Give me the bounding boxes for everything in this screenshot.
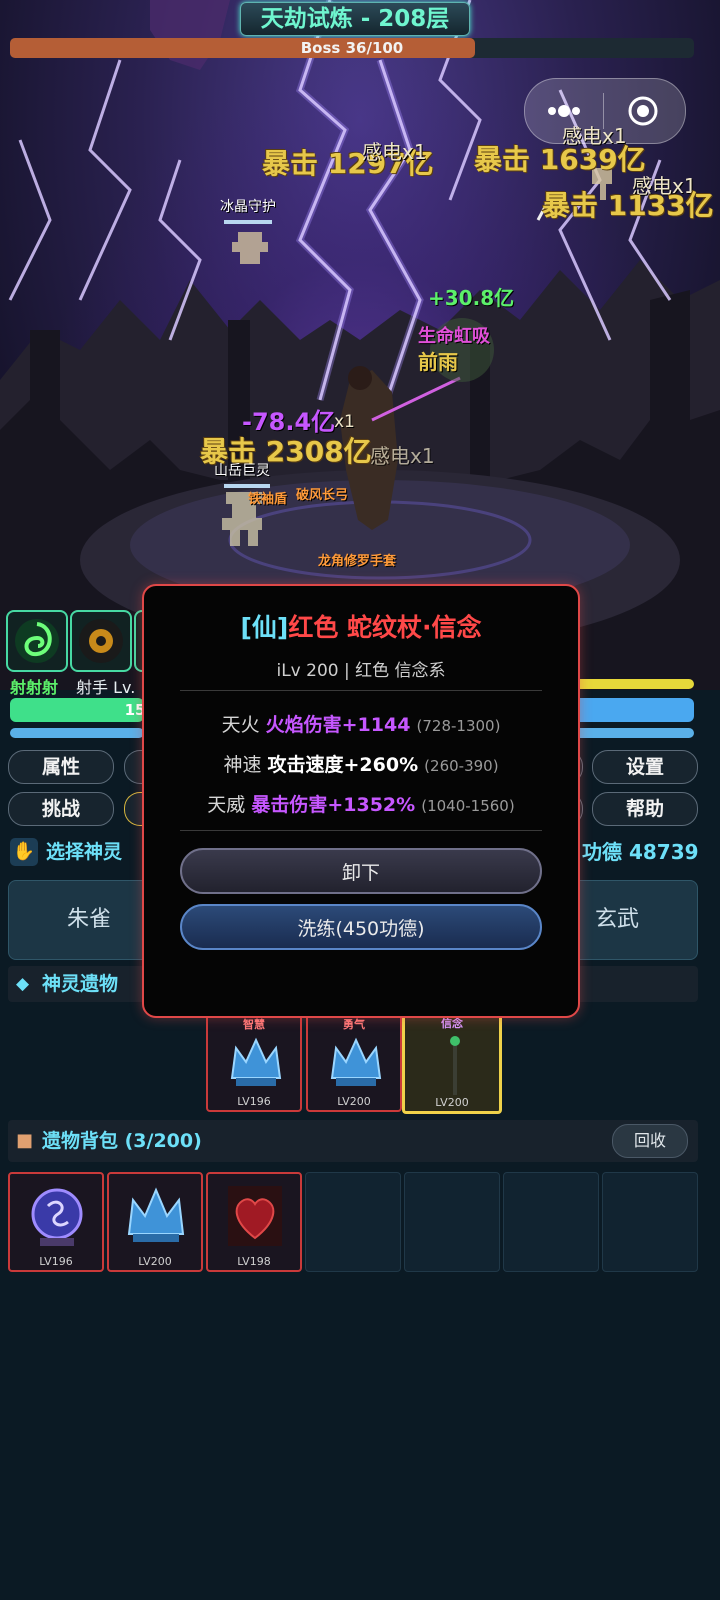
stat-range: (1040-1560) bbox=[421, 797, 515, 815]
skill-slot-2[interactable] bbox=[70, 610, 132, 672]
challenge-button[interactable]: 挑战 bbox=[8, 792, 114, 826]
damage-number: 暴击 1133亿 bbox=[542, 189, 714, 222]
stage-title: 天劫试炼 - 208层 bbox=[240, 2, 470, 36]
player-class-level: 射手 Lv. bbox=[76, 678, 136, 697]
player-name: 射射射 bbox=[10, 678, 59, 697]
bag-header: ■ 遗物背包 (3/200) 回收 bbox=[8, 1120, 698, 1162]
shield-bar bbox=[10, 728, 144, 738]
status-text: 感电x1 bbox=[562, 124, 627, 148]
relic-level: LV196 bbox=[237, 1095, 271, 1108]
stat-value: 火焰伤害+1144 bbox=[265, 714, 411, 736]
item-title: [仙]红色 蛇纹杖·信念 bbox=[144, 608, 578, 644]
item-subtitle: iLv 200 | 红色 信念系 bbox=[276, 661, 446, 681]
divider bbox=[180, 830, 542, 831]
exp-bar bbox=[566, 679, 694, 689]
boss-progress-bar: Boss 36/100 bbox=[10, 38, 694, 58]
bag-slot-empty[interactable] bbox=[602, 1172, 698, 1272]
bag-item[interactable]: LV198 bbox=[206, 1172, 302, 1272]
stat-line: 天火 火焰伤害+1144 (728-1300) bbox=[144, 710, 578, 737]
select-god-title: 选择神灵 bbox=[46, 841, 123, 863]
item-tier-prefix: [仙] bbox=[240, 613, 289, 642]
stat-line: 天威 暴击伤害+1352% (1040-1560) bbox=[144, 790, 578, 817]
item-name: 红色 蛇纹杖·信念 bbox=[288, 613, 482, 642]
stat-key: 天威 bbox=[207, 794, 246, 816]
monster-hp-bar bbox=[224, 220, 272, 224]
item-level: LV200 bbox=[138, 1255, 172, 1268]
crown-icon bbox=[330, 1037, 382, 1086]
divider bbox=[180, 690, 542, 691]
bag-item[interactable]: LV196 bbox=[8, 1172, 104, 1272]
reroll-button[interactable]: 洗练(450功德) bbox=[180, 904, 542, 950]
skill-slot-1[interactable] bbox=[6, 610, 68, 672]
box-icon: ■ bbox=[16, 1130, 34, 1151]
item-level: LV198 bbox=[237, 1255, 271, 1268]
stat-range: (728-1300) bbox=[416, 717, 501, 735]
loot-drop[interactable]: 龙角修罗手套 bbox=[318, 550, 396, 569]
crown-icon bbox=[230, 1037, 282, 1086]
bag-slot-empty[interactable] bbox=[503, 1172, 599, 1272]
stat-key: 神速 bbox=[223, 754, 262, 776]
bag-item[interactable]: LV200 bbox=[107, 1172, 203, 1272]
loot-drop[interactable]: 破风长弓 bbox=[296, 484, 348, 503]
help-button[interactable]: 帮助 bbox=[592, 792, 698, 826]
loot-drop[interactable]: 铁袖盾 bbox=[248, 488, 287, 507]
stat-value: 暴击伤害+1352% bbox=[251, 794, 416, 816]
hp-bar: 15 bbox=[10, 698, 145, 722]
eye-icon bbox=[79, 619, 123, 663]
equipped-relic-wisdom[interactable]: 智慧 LV196 bbox=[206, 1012, 302, 1112]
monster-name: 冰晶守护 bbox=[220, 199, 276, 215]
stat-line: 神速 攻击速度+260% (260-390) bbox=[144, 750, 578, 777]
merit-value: 48739 bbox=[628, 840, 699, 864]
merit-label: 功德 48739 bbox=[582, 832, 699, 872]
bag-slot-empty[interactable] bbox=[404, 1172, 500, 1272]
relic-name: 勇气 bbox=[343, 1018, 365, 1031]
gem-icon: ◆ bbox=[16, 974, 30, 994]
item-tooltip: [仙]红色 蛇纹杖·信念 iLv 200 | 红色 信念系 天火 火焰伤害+11… bbox=[142, 584, 580, 1018]
status-text: 感电x1 bbox=[370, 444, 435, 468]
equipped-relic-faith[interactable]: 信念 LV200 bbox=[402, 1010, 502, 1114]
relic-level: LV200 bbox=[337, 1095, 371, 1108]
relics-title: 神灵遗物 bbox=[42, 973, 119, 995]
stat-value: 攻击速度+260% bbox=[267, 754, 419, 776]
stat-range: (260-390) bbox=[424, 757, 499, 775]
staff-icon bbox=[450, 1036, 460, 1095]
monster-name: 山岳巨灵 bbox=[214, 463, 270, 479]
shield-bar-right bbox=[566, 728, 694, 738]
bag-slot-empty[interactable] bbox=[305, 1172, 401, 1272]
unequip-button[interactable]: 卸下 bbox=[180, 848, 542, 894]
settings-button[interactable]: 设置 bbox=[592, 750, 698, 784]
attributes-button[interactable]: 属性 bbox=[8, 750, 114, 784]
relic-level: LV200 bbox=[435, 1096, 469, 1109]
skill-proc-text: 生命虹吸 bbox=[418, 326, 490, 347]
status-text: 感电x1 bbox=[362, 140, 427, 164]
pray-icon: ✋ bbox=[10, 838, 38, 866]
stat-key: 天火 bbox=[221, 714, 260, 736]
orb-icon bbox=[31, 1188, 83, 1246]
crown-icon bbox=[127, 1187, 185, 1242]
recycle-button[interactable]: 回收 bbox=[612, 1124, 688, 1158]
vortex-icon bbox=[15, 619, 59, 663]
item-level: LV196 bbox=[39, 1255, 73, 1268]
relic-name: 智慧 bbox=[243, 1018, 265, 1031]
merit-label-text: 功德 bbox=[582, 840, 622, 864]
status-text: x1 bbox=[334, 412, 355, 432]
mp-bar: 5 bbox=[566, 698, 694, 722]
skill-name-text: 前雨 bbox=[418, 350, 458, 374]
heart-icon bbox=[228, 1186, 282, 1246]
boss-progress-label: Boss 36/100 bbox=[300, 39, 404, 57]
bag-title: 遗物背包 (3/200) bbox=[42, 1130, 202, 1152]
equipped-relic-courage[interactable]: 勇气 LV200 bbox=[306, 1012, 402, 1112]
heal-number: +30.8亿 bbox=[428, 286, 515, 310]
